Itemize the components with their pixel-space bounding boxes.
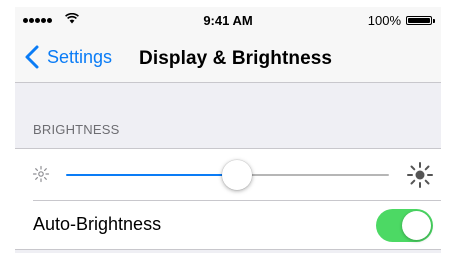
slider-track-filled (66, 174, 238, 176)
battery-icon (406, 16, 435, 25)
sun-small-icon (32, 165, 50, 183)
auto-brightness-toggle[interactable] (376, 209, 433, 242)
navigation-bar: Settings Display & Brightness (15, 35, 441, 83)
auto-brightness-row: Auto-Brightness (15, 200, 441, 249)
status-bar: 9:41 AM 100% (15, 7, 441, 35)
back-button-label: Settings (47, 46, 113, 67)
sun-large-icon (407, 162, 433, 188)
toggle-knob (402, 211, 431, 240)
auto-brightness-label: Auto-Brightness (33, 214, 162, 234)
battery-percentage: 100% (367, 13, 401, 28)
brightness-slider-row (15, 149, 441, 201)
brightness-group: Auto-Brightness (15, 148, 441, 250)
chevron-left-icon (25, 45, 39, 69)
brightness-section-header: BRIGHTNESS (33, 122, 120, 137)
page-title: Display & Brightness (139, 48, 333, 69)
slider-track-empty (237, 174, 389, 176)
back-button[interactable]: Settings (22, 44, 112, 70)
settings-screen: 9:41 AM 100% Settings Display & Brightne… (15, 7, 441, 253)
brightness-slider-thumb[interactable] (222, 160, 253, 190)
